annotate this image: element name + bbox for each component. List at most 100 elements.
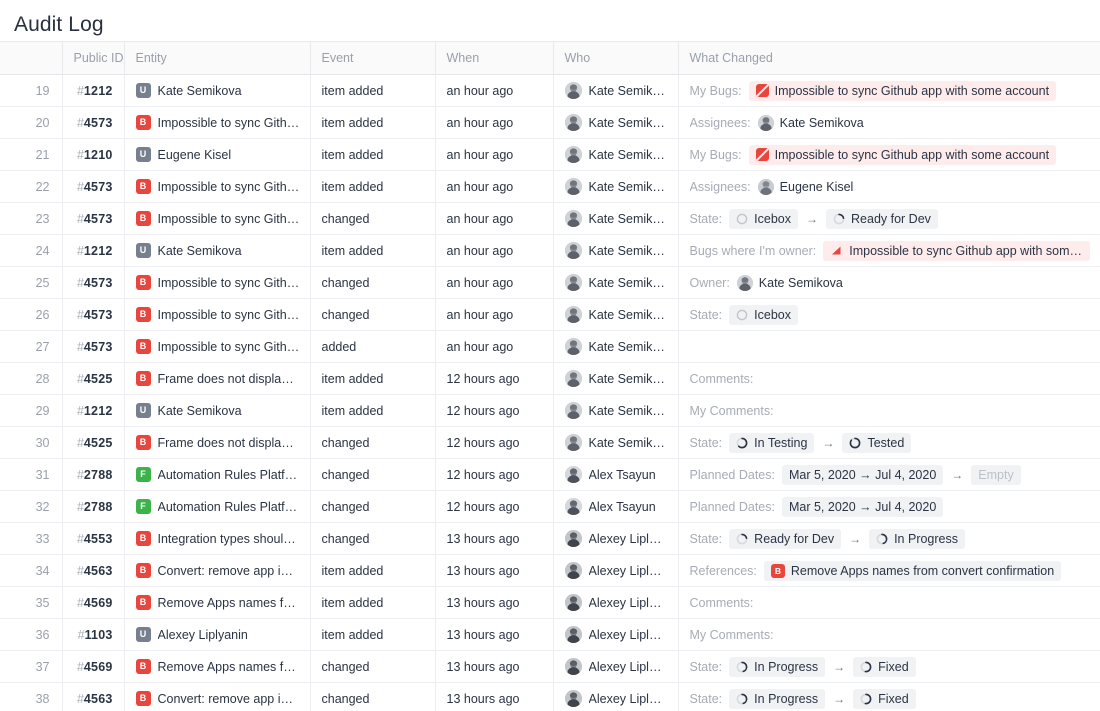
table-row[interactable]: 35#4569BRemove Apps names from ...item a… xyxy=(0,586,1100,619)
table-row[interactable]: 25 #4573 B Impossible to sync Github ... cha… xyxy=(0,266,1100,299)
who-cell[interactable]: Kate Semikova xyxy=(553,266,679,299)
table-row[interactable]: 24 #1212 U Kate Semikova item added an hour a… xyxy=(0,234,1100,267)
what-changed-chip[interactable]: In Progress xyxy=(869,528,965,549)
entity-cell[interactable]: B Remove Apps names from ... xyxy=(124,650,311,683)
table-row[interactable]: 27 #4573 B Impossible to sync Github ... add… xyxy=(0,330,1100,363)
public-id-cell[interactable]: #4563 xyxy=(62,554,125,587)
public-id-cell[interactable]: #4525 xyxy=(62,426,125,459)
public-id-cell[interactable]: #4569 xyxy=(62,586,125,619)
table-row[interactable]: 19 #1212 U Kate Semikova item added an hour a… xyxy=(0,74,1100,107)
public-id-cell[interactable]: #1212 xyxy=(62,394,125,427)
what-changed-chip[interactable]: Tested xyxy=(842,432,912,453)
table-row[interactable]: 28 #4525 B Frame does not display on... item… xyxy=(0,362,1100,395)
entity-cell[interactable]: U Kate Semikova xyxy=(124,394,311,427)
entity-cell[interactable]: B Impossible to sync Github ... xyxy=(124,330,311,363)
table-row[interactable]: 38 #4563 B Convert: remove app in co... chan… xyxy=(0,682,1100,711)
table-row[interactable]: 37#4569BRemove Apps names from ...change… xyxy=(0,650,1100,683)
who-cell[interactable]: Kate Semikova xyxy=(553,106,679,139)
entity-cell[interactable]: U Eugene Kisel xyxy=(124,138,311,171)
what-changed-chip[interactable]: Fixed xyxy=(853,656,916,677)
public-id-cell[interactable]: #4573 xyxy=(62,266,125,299)
public-id-cell[interactable]: #4569 xyxy=(62,650,125,683)
who-cell[interactable]: Kate Semikova xyxy=(553,330,679,363)
what-changed-chip[interactable]: Icebox xyxy=(729,208,799,229)
column-header-public-id[interactable]: Public ID xyxy=(62,41,125,75)
public-id-cell[interactable]: #4563 xyxy=(62,682,125,711)
who-cell[interactable]: Kate Semikova xyxy=(553,362,679,395)
table-row[interactable]: 33 #4553 B Integration types should n... cha… xyxy=(0,522,1100,555)
table-row[interactable]: 23 #4573 B Impossible to sync Github ... cha… xyxy=(0,202,1100,235)
what-changed-person[interactable]: Kate Semikova xyxy=(757,113,864,133)
what-changed-chip[interactable]: Mar 5, 2020 → Jul 4, 2020 xyxy=(781,496,944,517)
entity-cell[interactable]: U Kate Semikova xyxy=(124,74,311,107)
who-cell[interactable]: Alexey Liplyanin xyxy=(553,650,679,683)
table-row[interactable]: 32#2788FAutomation Rules Platform...chan… xyxy=(0,490,1100,523)
what-changed-chip[interactable]: Mar 5, 2020 → Jul 4, 2020 xyxy=(781,464,944,485)
entity-cell[interactable]: U Kate Semikova xyxy=(124,234,311,267)
public-id-cell[interactable]: #4573 xyxy=(62,298,125,331)
who-cell[interactable]: Alexey Liplyanin xyxy=(553,586,679,619)
public-id-cell[interactable]: #2788 xyxy=(62,490,125,523)
column-header-who[interactable]: Who xyxy=(553,41,679,75)
entity-cell[interactable]: B Convert: remove app in co... xyxy=(124,554,311,587)
entity-cell[interactable]: B Impossible to sync Github ... xyxy=(124,298,311,331)
public-id-cell[interactable]: #4573 xyxy=(62,106,125,139)
table-row[interactable]: 34 #4563 B Convert: remove app in co... item… xyxy=(0,554,1100,587)
who-cell[interactable]: Kate Semikova xyxy=(553,170,679,203)
who-cell[interactable]: Kate Semikova xyxy=(553,298,679,331)
entity-cell[interactable]: B Impossible to sync Github ... xyxy=(124,202,311,235)
what-changed-chip[interactable]: B Remove Apps names from convert confirma… xyxy=(763,560,1062,581)
public-id-cell[interactable]: #1210 xyxy=(62,138,125,171)
entity-cell[interactable]: B Frame does not display on... xyxy=(124,362,311,395)
entity-cell[interactable]: B Impossible to sync Github ... xyxy=(124,266,311,299)
public-id-cell[interactable]: #4553 xyxy=(62,522,125,555)
table-row[interactable]: 26 #4573 B Impossible to sync Github ... cha… xyxy=(0,298,1100,331)
what-changed-chip[interactable]: Ready for Dev xyxy=(729,528,842,549)
what-changed-chip[interactable]: Empty xyxy=(971,464,1021,485)
what-changed-person[interactable]: Kate Semikova xyxy=(736,273,843,293)
who-cell[interactable]: Alexey Liplyanin xyxy=(553,554,679,587)
public-id-cell[interactable]: #4573 xyxy=(62,170,125,203)
entity-cell[interactable]: U Alexey Liplyanin xyxy=(124,618,311,651)
who-cell[interactable]: Kate Semikova xyxy=(553,138,679,171)
entity-cell[interactable]: B Convert: remove app in co... xyxy=(124,682,311,711)
who-cell[interactable]: Alexey Liplyanin xyxy=(553,682,679,711)
who-cell[interactable]: Alex Tsayun xyxy=(553,490,679,523)
column-header-entity[interactable]: Entity xyxy=(124,41,311,75)
table-row[interactable]: 21 #1210 U Eugene Kisel item added an hour ag… xyxy=(0,138,1100,171)
entity-cell[interactable]: B Frame does not display on... xyxy=(124,426,311,459)
column-header-what-changed[interactable]: What Changed xyxy=(678,41,1100,75)
what-changed-chip[interactable]: In Progress xyxy=(729,688,826,709)
table-row[interactable]: 31#2788FAutomation Rules Platform...chan… xyxy=(0,458,1100,491)
table-row[interactable]: 36 #1103 U Alexey Liplyanin item added 13 hou… xyxy=(0,618,1100,651)
what-changed-chip[interactable]: Impossible to sync Github app with some … xyxy=(748,80,1057,101)
what-changed-chip[interactable]: In Progress xyxy=(729,656,826,677)
what-changed-chip[interactable]: Fixed xyxy=(853,688,916,709)
public-id-cell[interactable]: #2788 xyxy=(62,458,125,491)
what-changed-person[interactable]: Eugene Kisel xyxy=(757,177,853,197)
entity-cell[interactable]: B Remove Apps names from ... xyxy=(124,586,311,619)
who-cell[interactable]: Kate Semikova xyxy=(553,74,679,107)
public-id-cell[interactable]: #4573 xyxy=(62,202,125,235)
entity-cell[interactable]: F Automation Rules Platform... xyxy=(124,490,311,523)
who-cell[interactable]: Kate Semikova xyxy=(553,394,679,427)
column-header-event[interactable]: Event xyxy=(310,41,436,75)
entity-cell[interactable]: B Impossible to sync Github ... xyxy=(124,170,311,203)
who-cell[interactable]: Alex Tsayun xyxy=(553,458,679,491)
column-header-when[interactable]: When xyxy=(435,41,554,75)
table-row[interactable]: 20 #4573 B Impossible to sync Github ... ite… xyxy=(0,106,1100,139)
who-cell[interactable]: Kate Semikova xyxy=(553,202,679,235)
public-id-cell[interactable]: #1212 xyxy=(62,74,125,107)
public-id-cell[interactable]: #4525 xyxy=(62,362,125,395)
what-changed-chip[interactable]: Impossible to sync Github app with some … xyxy=(823,240,1090,261)
who-cell[interactable]: Kate Semikova xyxy=(553,426,679,459)
public-id-cell[interactable]: #1103 xyxy=(62,618,125,651)
table-row[interactable]: 29 #1212 U Kate Semikova item added 12 hours … xyxy=(0,394,1100,427)
table-row[interactable]: 22 #4573 B Impossible to sync Github ... ite… xyxy=(0,170,1100,203)
what-changed-chip[interactable]: In Testing xyxy=(729,432,815,453)
public-id-cell[interactable]: #1212 xyxy=(62,234,125,267)
who-cell[interactable]: Kate Semikova xyxy=(553,234,679,267)
column-header-index[interactable] xyxy=(0,41,63,75)
who-cell[interactable]: Alexey Liplyanin xyxy=(553,522,679,555)
public-id-cell[interactable]: #4573 xyxy=(62,330,125,363)
